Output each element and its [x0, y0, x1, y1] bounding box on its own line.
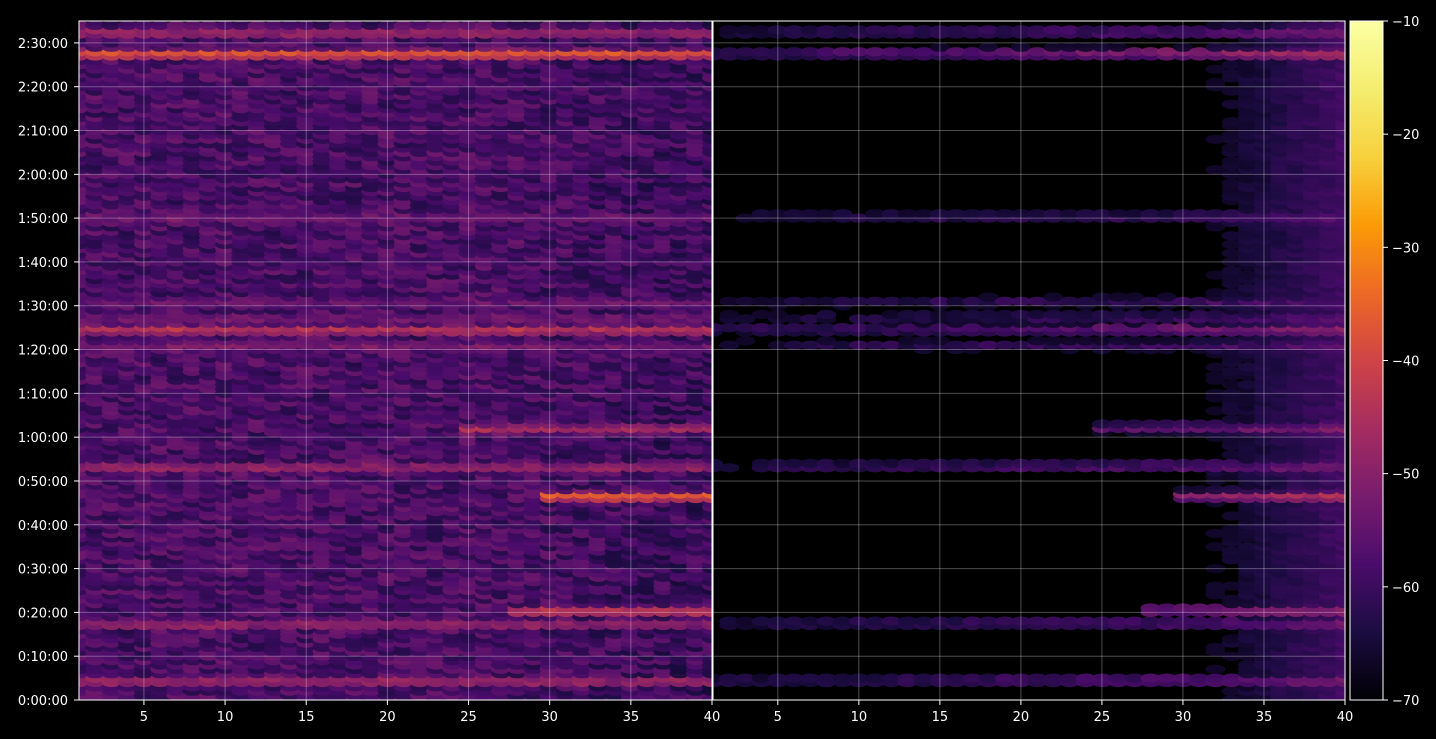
- left-panel: [79, 21, 712, 700]
- heatmap-chart: 0:00:000:10:000:20:000:30:000:40:000:50:…: [18, 15, 1420, 725]
